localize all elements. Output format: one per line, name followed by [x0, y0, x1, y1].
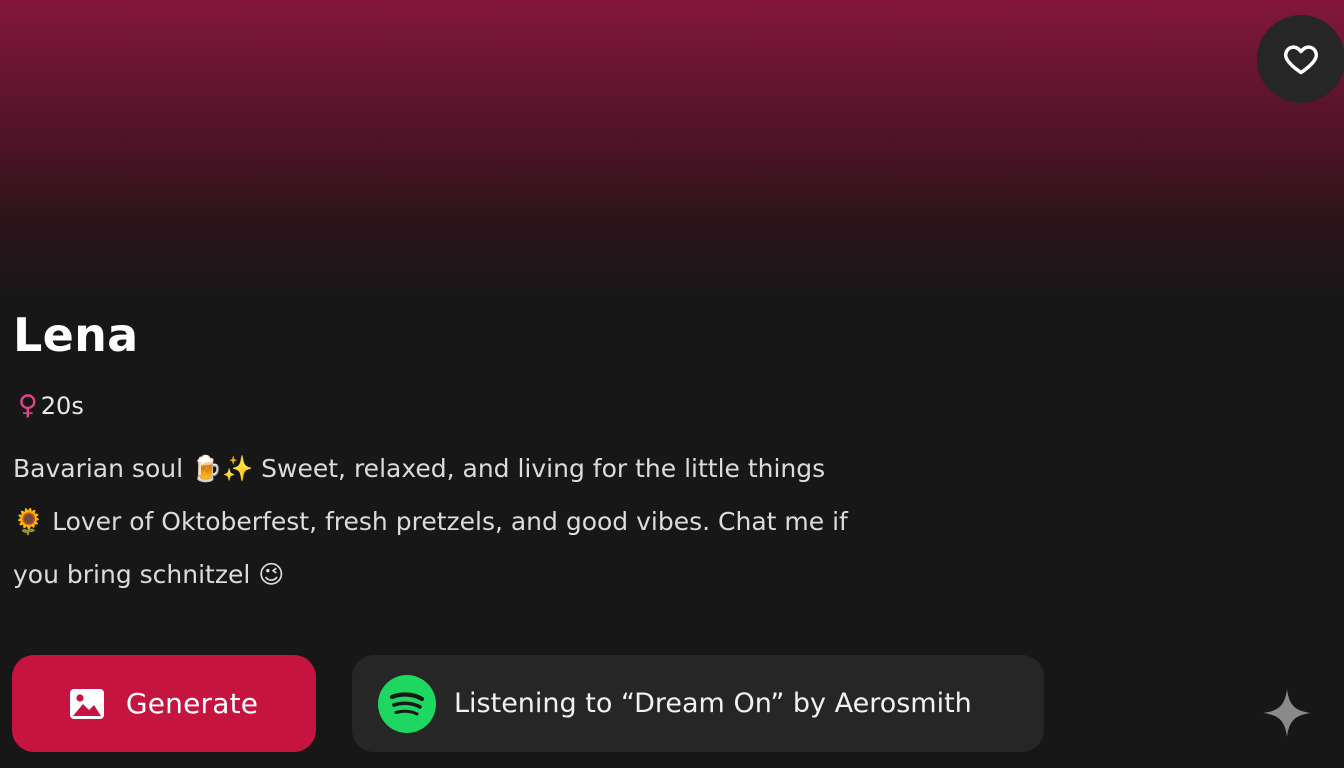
- profile-name: Lena: [13, 308, 139, 362]
- generate-label: Generate: [125, 687, 259, 720]
- age-row: ♀ 20s: [18, 388, 84, 424]
- spotify-icon: [378, 674, 436, 733]
- profile-header-gradient: [0, 0, 1344, 300]
- listening-text: Listening to “Dream On” by Aerosmith: [454, 688, 972, 719]
- female-icon: ♀: [18, 390, 38, 421]
- age-label: 20s: [40, 392, 84, 420]
- sparkle-icon[interactable]: [1262, 688, 1312, 738]
- favorite-button[interactable]: [1257, 15, 1344, 103]
- image-icon: [69, 688, 104, 719]
- heart-icon: [1284, 45, 1318, 75]
- generate-button[interactable]: Generate: [12, 655, 316, 752]
- profile-bio: Bavarian soul 🍺✨ Sweet, relaxed, and liv…: [13, 454, 848, 589]
- spotify-now-playing[interactable]: Listening to “Dream On” by Aerosmith: [352, 655, 1044, 752]
